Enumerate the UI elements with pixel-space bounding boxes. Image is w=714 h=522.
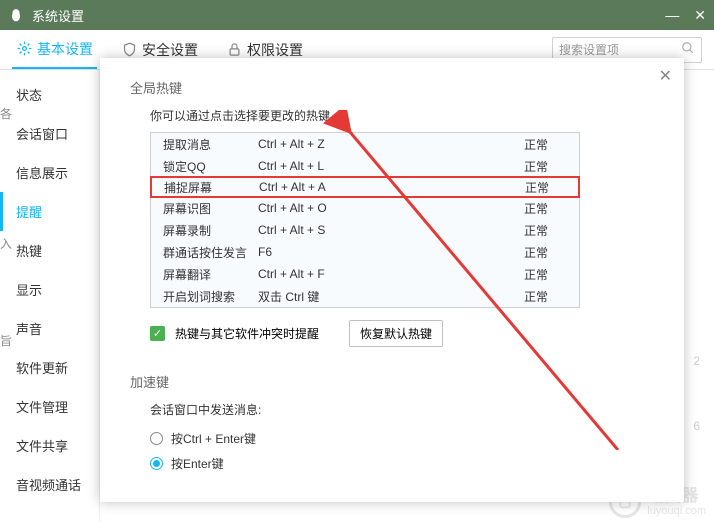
- hotkey-status: 正常: [469, 179, 549, 196]
- hotkey-row[interactable]: 屏幕录制 Ctrl + Alt + S 正常: [151, 219, 579, 241]
- sidebar-item-file[interactable]: 文件管理: [0, 387, 99, 426]
- sidebar-item-hotkey[interactable]: 热键: [0, 231, 99, 270]
- gear-icon: [16, 41, 32, 57]
- hotkey-row[interactable]: 屏幕翻译 Ctrl + Alt + F 正常: [151, 263, 579, 285]
- global-hotkey-title: 全局热键: [130, 78, 654, 97]
- hotkey-name: 屏幕录制: [163, 222, 258, 239]
- app-icon: [8, 7, 24, 23]
- hotkey-key: Ctrl + Alt + A: [259, 180, 469, 194]
- tab-basic[interactable]: 基本设置: [12, 31, 97, 69]
- hotkey-key: F6: [258, 245, 468, 259]
- hotkey-key: Ctrl + Alt + S: [258, 223, 468, 237]
- hotkey-row[interactable]: 群通话按住发言 F6 正常: [151, 241, 579, 263]
- shield-icon: [121, 42, 137, 58]
- hotkey-status: 正常: [468, 136, 548, 153]
- hotkey-row[interactable]: 开启划词搜索 双击 Ctrl 键 正常: [151, 285, 579, 307]
- hotkey-name: 群通话按住发言: [163, 244, 258, 261]
- tab-label: 权限设置: [247, 40, 303, 60]
- hotkey-name: 开启划词搜索: [163, 288, 258, 305]
- restore-default-button[interactable]: 恢复默认热键: [349, 320, 443, 347]
- hotkey-row[interactable]: 提取消息 Ctrl + Alt + Z 正常: [151, 133, 579, 155]
- sidebar-item-display[interactable]: 显示: [0, 270, 99, 309]
- hotkey-status: 正常: [468, 158, 548, 175]
- bg-char: 入: [0, 235, 12, 252]
- hotkey-key: Ctrl + Alt + L: [258, 159, 468, 173]
- global-hotkey-desc: 你可以通过点击选择要更改的热键。: [150, 107, 654, 124]
- hotkey-status: 正常: [468, 244, 548, 261]
- hotkey-dialog: ✕ 全局热键 你可以通过点击选择要更改的热键。 提取消息 Ctrl + Alt …: [100, 58, 684, 502]
- tab-label: 基本设置: [37, 39, 93, 59]
- sidebar: 状态 会话窗口 信息展示 提醒 热键 显示 声音 软件更新 文件管理 文件共享 …: [0, 70, 100, 522]
- sidebar-item-sound[interactable]: 声音: [0, 309, 99, 348]
- hotkey-table: 提取消息 Ctrl + Alt + Z 正常 锁定QQ Ctrl + Alt +…: [150, 132, 580, 308]
- sidebar-item-status[interactable]: 状态: [0, 75, 99, 114]
- hotkey-key: Ctrl + Alt + O: [258, 201, 468, 215]
- radio-icon: [150, 432, 163, 445]
- window-title: 系统设置: [32, 6, 665, 25]
- sidebar-item-update[interactable]: 软件更新: [0, 348, 99, 387]
- hotkey-row-highlighted[interactable]: 捕捉屏幕 Ctrl + Alt + A 正常: [150, 176, 580, 198]
- radio-icon: [150, 457, 163, 470]
- accel-title: 加速键: [130, 372, 654, 391]
- tab-label: 安全设置: [142, 40, 198, 60]
- search-placeholder: 搜索设置项: [559, 41, 619, 58]
- hotkey-name: 提取消息: [163, 136, 258, 153]
- hotkey-row[interactable]: 屏幕识图 Ctrl + Alt + O 正常: [151, 197, 579, 219]
- bg-char: 各: [0, 105, 12, 122]
- sidebar-item-chat[interactable]: 会话窗口: [0, 114, 99, 153]
- hotkey-key: Ctrl + Alt + F: [258, 267, 468, 281]
- sidebar-item-info[interactable]: 信息展示: [0, 153, 99, 192]
- hotkey-name: 屏幕识图: [163, 200, 258, 217]
- bg-char: 旨: [0, 332, 12, 349]
- sidebar-item-remind[interactable]: 提醒: [0, 192, 99, 231]
- search-icon: [681, 41, 695, 58]
- conflict-checkbox[interactable]: ✓: [150, 326, 165, 341]
- conflict-label: 热键与其它软件冲突时提醒: [175, 325, 319, 342]
- watermark-url: luyouqi.com: [647, 505, 706, 517]
- hotkey-status: 正常: [468, 200, 548, 217]
- hotkey-name: 屏幕翻译: [163, 266, 258, 283]
- side-number: 6: [693, 419, 700, 433]
- hotkey-name: 捕捉屏幕: [164, 179, 259, 196]
- hotkey-name: 锁定QQ: [163, 158, 258, 175]
- titlebar: 系统设置 — ✕: [0, 0, 714, 30]
- sidebar-item-av[interactable]: 音视频通话: [0, 465, 99, 504]
- sidebar-item-share[interactable]: 文件共享: [0, 426, 99, 465]
- lock-icon: [226, 42, 242, 58]
- hotkey-key: Ctrl + Alt + Z: [258, 137, 468, 151]
- hotkey-status: 正常: [468, 266, 548, 283]
- hotkey-status: 正常: [468, 222, 548, 239]
- radio-label: 按Ctrl + Enter键: [171, 430, 256, 447]
- hotkey-status: 正常: [468, 288, 548, 305]
- minimize-button[interactable]: —: [665, 7, 679, 24]
- radio-enter[interactable]: 按Enter键: [150, 451, 654, 476]
- radio-ctrl-enter[interactable]: 按Ctrl + Enter键: [150, 426, 654, 451]
- close-button[interactable]: ✕: [694, 7, 706, 24]
- side-number: 2: [693, 354, 700, 368]
- dialog-close-button[interactable]: ✕: [659, 66, 672, 86]
- radio-label: 按Enter键: [171, 455, 224, 472]
- accel-desc: 会话窗口中发送消息:: [150, 401, 654, 418]
- hotkey-key: 双击 Ctrl 键: [258, 288, 468, 305]
- hotkey-row[interactable]: 锁定QQ Ctrl + Alt + L 正常: [151, 155, 579, 177]
